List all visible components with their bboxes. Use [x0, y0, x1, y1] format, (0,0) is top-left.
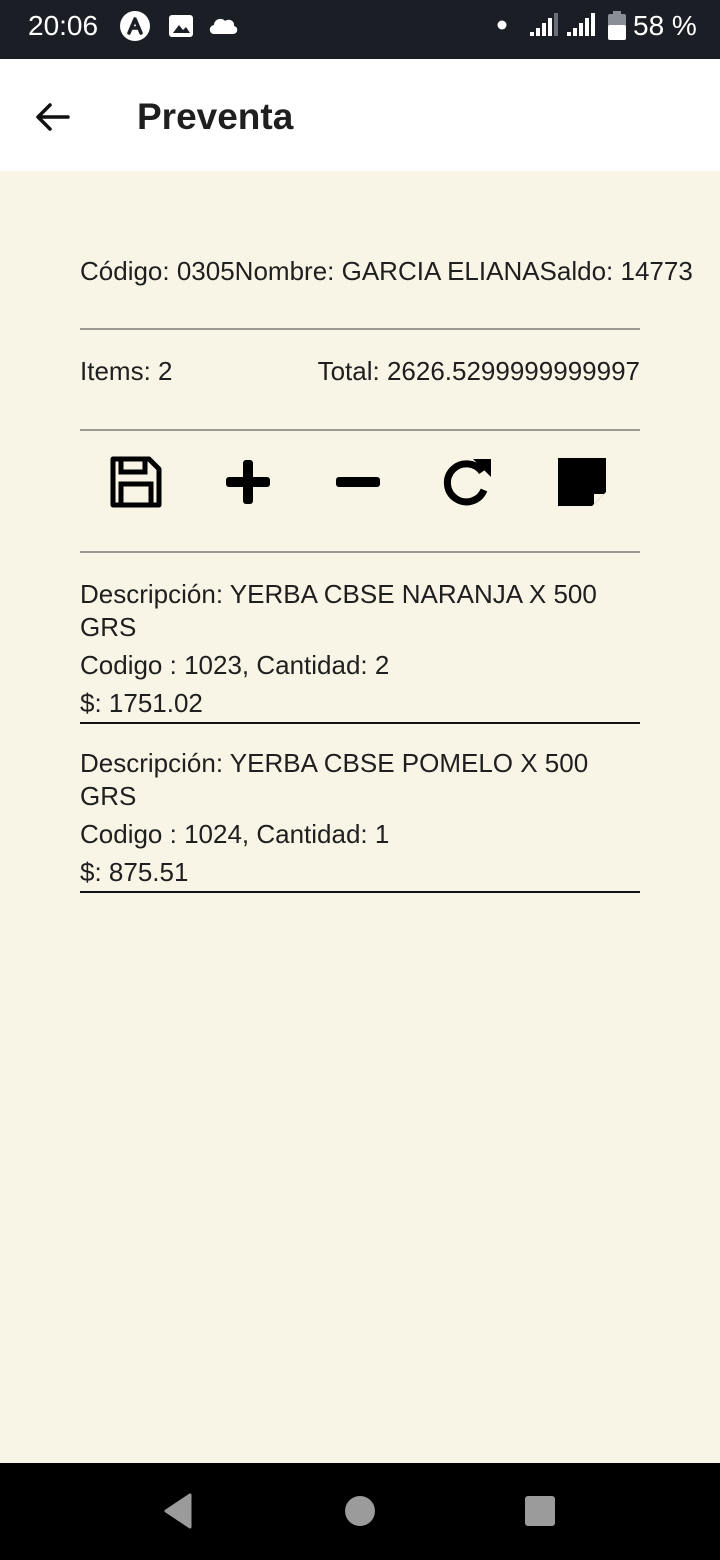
- signal-icon: [528, 12, 562, 43]
- plus-icon: [226, 460, 270, 504]
- total-amount: Total: 2626.5299999999997: [317, 356, 640, 386]
- nav-home-button[interactable]: [340, 1491, 380, 1531]
- signal-icon: [565, 12, 599, 43]
- minus-icon: [336, 477, 380, 487]
- home-circle-icon: [345, 1496, 375, 1526]
- divider: [80, 551, 640, 553]
- back-button[interactable]: [24, 87, 80, 143]
- divider: [80, 429, 640, 431]
- dot-icon: [496, 18, 508, 36]
- recents-square-icon: [525, 1496, 555, 1526]
- navigation-bar: [0, 1463, 720, 1560]
- list-item[interactable]: Descripción: YERBA CBSE NARANJA X 500 GR…: [80, 578, 640, 724]
- refresh-button[interactable]: [440, 453, 496, 511]
- refresh-icon: [443, 459, 491, 506]
- arrow-left-icon: [36, 103, 70, 131]
- battery-icon: [606, 11, 628, 46]
- status-bar: 20:06 58 %: [0, 0, 720, 59]
- add-button[interactable]: [220, 453, 276, 511]
- page-title: Preventa: [137, 96, 294, 137]
- app-bar: Preventa: [0, 59, 720, 171]
- nav-back-button[interactable]: [160, 1491, 200, 1531]
- note-button[interactable]: [554, 453, 610, 511]
- remove-button[interactable]: [330, 453, 386, 511]
- product-price: $: 1751.02: [80, 688, 203, 718]
- product-description: Descripción: YERBA CBSE POMELO X 500 GRS: [80, 748, 589, 811]
- client-info: Código: 0305Nombre: GARCIA ELIANASaldo: …: [80, 256, 693, 286]
- product-description: Descripción: YERBA CBSE NARANJA X 500 GR…: [80, 579, 597, 642]
- back-triangle-icon: [164, 1493, 192, 1529]
- note-icon: [558, 458, 606, 506]
- image-icon: [165, 10, 197, 42]
- items-count: Items: 2: [80, 356, 173, 386]
- main-content: Código: 0305Nombre: GARCIA ELIANASaldo: …: [0, 171, 720, 1463]
- cloud-icon: [206, 10, 238, 42]
- list-item[interactable]: Descripción: YERBA CBSE POMELO X 500 GRS…: [80, 747, 640, 893]
- battery-percent: 58 %: [633, 10, 697, 41]
- status-time: 20:06: [28, 10, 99, 41]
- product-code-quantity: Codigo : 1023, Cantidad: 2: [80, 650, 390, 680]
- nav-recents-button[interactable]: [520, 1491, 560, 1531]
- save-icon: [110, 456, 162, 508]
- product-code-quantity: Codigo : 1024, Cantidad: 1: [80, 819, 390, 849]
- assistant-icon: [119, 10, 151, 42]
- divider: [80, 328, 640, 330]
- save-button[interactable]: [108, 453, 164, 511]
- product-price: $: 875.51: [80, 857, 189, 887]
